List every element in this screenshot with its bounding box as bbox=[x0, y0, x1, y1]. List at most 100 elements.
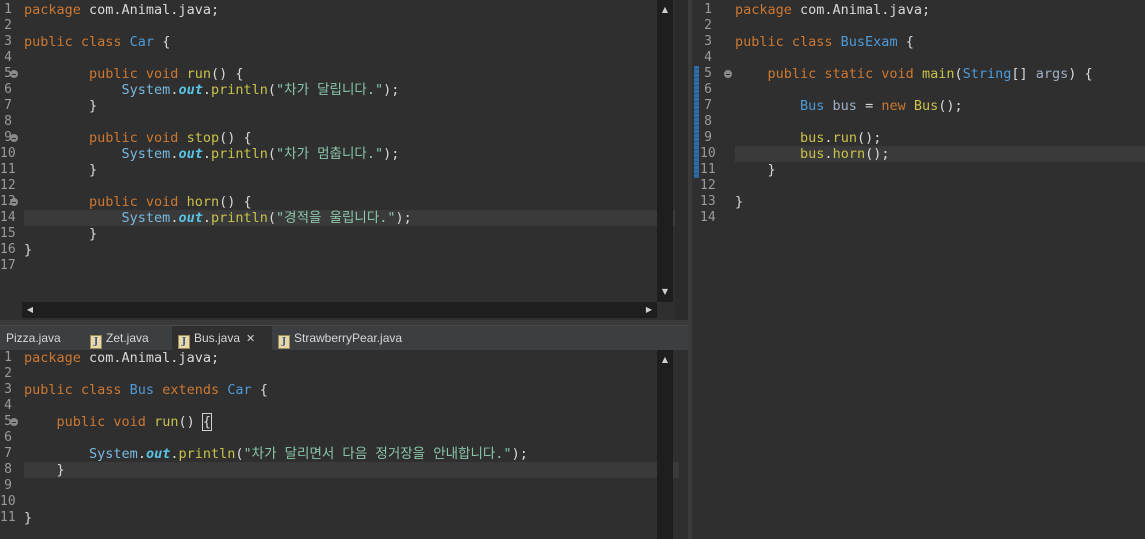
code-token: . bbox=[824, 130, 833, 146]
code-line[interactable]: 7 } bbox=[0, 98, 655, 114]
code-line[interactable]: 7 System.out.println("차가 달리면서 다음 정거장을 안내… bbox=[0, 446, 655, 462]
scroll-left-icon[interactable]: ◀ bbox=[22, 302, 38, 318]
code-token: } bbox=[24, 242, 33, 258]
change-marker bbox=[694, 66, 699, 178]
code-line[interactable]: 3 public class Bus extends Car { bbox=[0, 382, 655, 398]
scroll-up-icon[interactable]: ▲ bbox=[657, 2, 673, 18]
scroll-down-icon[interactable]: ▼ bbox=[657, 284, 673, 300]
code-line[interactable]: 1 package com.Animal.java; bbox=[0, 2, 655, 18]
line-number: 1 bbox=[4, 2, 12, 17]
line-number: 11 bbox=[0, 510, 16, 525]
tab-pizza-java[interactable]: Pizza.java bbox=[0, 326, 84, 350]
code-line[interactable]: 3 public class Car { bbox=[0, 34, 655, 50]
code-line[interactable]: 4 bbox=[0, 50, 655, 66]
code-line[interactable]: 11 } bbox=[700, 162, 1145, 178]
code-token: (); bbox=[865, 146, 890, 162]
code-text: public void run() { bbox=[24, 66, 243, 82]
code-line[interactable]: 10 System.out.println("차가 멈춥니다."); bbox=[0, 146, 655, 162]
tab-bus-java[interactable]: J Bus.java ✕ bbox=[172, 326, 272, 350]
code-line[interactable]: 9 bus.run(); bbox=[700, 130, 1145, 146]
code-token: ( bbox=[267, 210, 277, 226]
fold-collapse-icon[interactable] bbox=[10, 70, 18, 78]
scroll-up-icon[interactable]: ▲ bbox=[657, 352, 673, 368]
code-token: } bbox=[24, 98, 98, 114]
code-line[interactable]: 9 bbox=[0, 478, 655, 494]
code-area-busexam[interactable]: 1 package com.Animal.java; 2 3 public class … bbox=[692, 0, 1145, 539]
vertical-scrollbar[interactable]: ▲ ▼ bbox=[657, 0, 673, 302]
vertical-scrollbar[interactable]: ▲ bbox=[657, 350, 673, 539]
code-token: Car bbox=[227, 382, 260, 398]
editor-busexam[interactable]: 1 package com.Animal.java; 2 3 public class … bbox=[692, 0, 1145, 539]
code-line[interactable]: 2 bbox=[0, 366, 655, 382]
code-line[interactable]: 6 System.out.println("차가 달립니다."); bbox=[0, 82, 655, 98]
code-line[interactable]: 1 package com.Animal.java; bbox=[700, 2, 1145, 18]
line-number: 7 bbox=[4, 446, 12, 461]
code-token: { bbox=[259, 382, 268, 398]
code-line[interactable]: 13 public void horn() { bbox=[0, 194, 655, 210]
editor-bus[interactable]: 1 package com.Animal.java; 2 3 public class … bbox=[0, 350, 688, 539]
code-text: public void run() { bbox=[24, 413, 213, 431]
code-text: public class Car { bbox=[24, 34, 170, 50]
horizontal-scrollbar[interactable]: ◀ ▶ bbox=[22, 302, 657, 318]
code-line[interactable]: 5 public void run() { bbox=[0, 66, 655, 82]
code-token: out bbox=[145, 446, 171, 462]
code-line[interactable]: 5 public void run() { bbox=[0, 413, 655, 431]
code-area-car[interactable]: 1 package com.Animal.java; 2 3 public class … bbox=[0, 0, 675, 300]
code-token: } bbox=[24, 226, 98, 242]
code-line[interactable]: 2 bbox=[700, 18, 1145, 34]
code-token: public class bbox=[735, 34, 841, 50]
code-line[interactable]: 1 package com.Animal.java; bbox=[0, 350, 655, 366]
code-line[interactable]: 3 public class BusExam { bbox=[700, 34, 1145, 50]
code-line[interactable]: 8 bbox=[0, 114, 655, 130]
java-file-icon: J bbox=[178, 335, 190, 349]
code-text: } bbox=[735, 194, 743, 210]
code-line[interactable]: 16} bbox=[0, 242, 655, 258]
code-line[interactable]: 11 } bbox=[0, 162, 655, 178]
tab-strawberrypear-java[interactable]: J StrawberryPear.java bbox=[272, 326, 432, 350]
code-line[interactable]: 13} bbox=[700, 194, 1145, 210]
code-line[interactable]: 12 bbox=[0, 178, 655, 194]
code-token: stop bbox=[186, 130, 220, 146]
close-icon[interactable]: ✕ bbox=[246, 333, 255, 345]
code-token: System bbox=[121, 210, 171, 226]
code-line[interactable]: 5 public static void main(String[] args)… bbox=[700, 66, 1145, 82]
code-line[interactable]: 14 bbox=[700, 210, 1145, 226]
line-number: 11 bbox=[700, 162, 716, 177]
fold-collapse-icon[interactable] bbox=[10, 134, 18, 142]
line-number: 6 bbox=[4, 82, 12, 97]
code-token: ); bbox=[395, 210, 412, 226]
code-area-bus[interactable]: 1 package com.Animal.java; 2 3 public class … bbox=[0, 350, 679, 539]
editor-car[interactable]: 1 package com.Animal.java; 2 3 public class … bbox=[0, 0, 675, 320]
code-line[interactable]: 8 } bbox=[4, 462, 679, 478]
code-line[interactable]: 7 Bus bus = new Bus(); bbox=[700, 98, 1145, 114]
fold-collapse-icon[interactable] bbox=[10, 198, 18, 206]
code-line[interactable]: 11} bbox=[0, 510, 655, 526]
code-line[interactable]: 14 System.out.println("경적을 울립니다."); bbox=[0, 210, 675, 226]
fold-collapse-icon[interactable] bbox=[10, 418, 18, 426]
code-line[interactable]: 6 bbox=[0, 430, 655, 446]
code-token: BusExam bbox=[840, 34, 906, 50]
code-line[interactable]: 6 bbox=[700, 82, 1145, 98]
fold-collapse-icon[interactable] bbox=[724, 70, 732, 78]
code-text: bus.horn(); bbox=[735, 146, 889, 162]
code-line[interactable]: 10 bbox=[0, 494, 655, 510]
code-text: } bbox=[24, 462, 65, 478]
code-line[interactable]: 17 bbox=[0, 258, 655, 274]
line-number: 6 bbox=[704, 82, 712, 97]
code-line[interactable]: 10 bus.horn(); bbox=[700, 146, 1145, 162]
scroll-right-icon[interactable]: ▶ bbox=[641, 302, 657, 318]
code-token: } bbox=[24, 162, 98, 178]
code-token: () bbox=[178, 414, 203, 430]
code-line[interactable]: 2 bbox=[0, 18, 655, 34]
code-line[interactable]: 15 } bbox=[0, 226, 655, 242]
code-line[interactable]: 8 bbox=[700, 114, 1145, 130]
code-line[interactable]: 9 public void stop() { bbox=[0, 130, 655, 146]
line-number: 2 bbox=[4, 366, 12, 381]
code-line[interactable]: 4 bbox=[0, 398, 655, 414]
code-line[interactable]: 4 bbox=[700, 50, 1145, 66]
code-line[interactable]: 12 bbox=[700, 178, 1145, 194]
line-number: 15 bbox=[0, 226, 16, 241]
tab-label: Zet.java bbox=[106, 331, 149, 345]
code-token: public class bbox=[24, 34, 130, 50]
tab-zet-java[interactable]: J Zet.java bbox=[84, 326, 172, 350]
